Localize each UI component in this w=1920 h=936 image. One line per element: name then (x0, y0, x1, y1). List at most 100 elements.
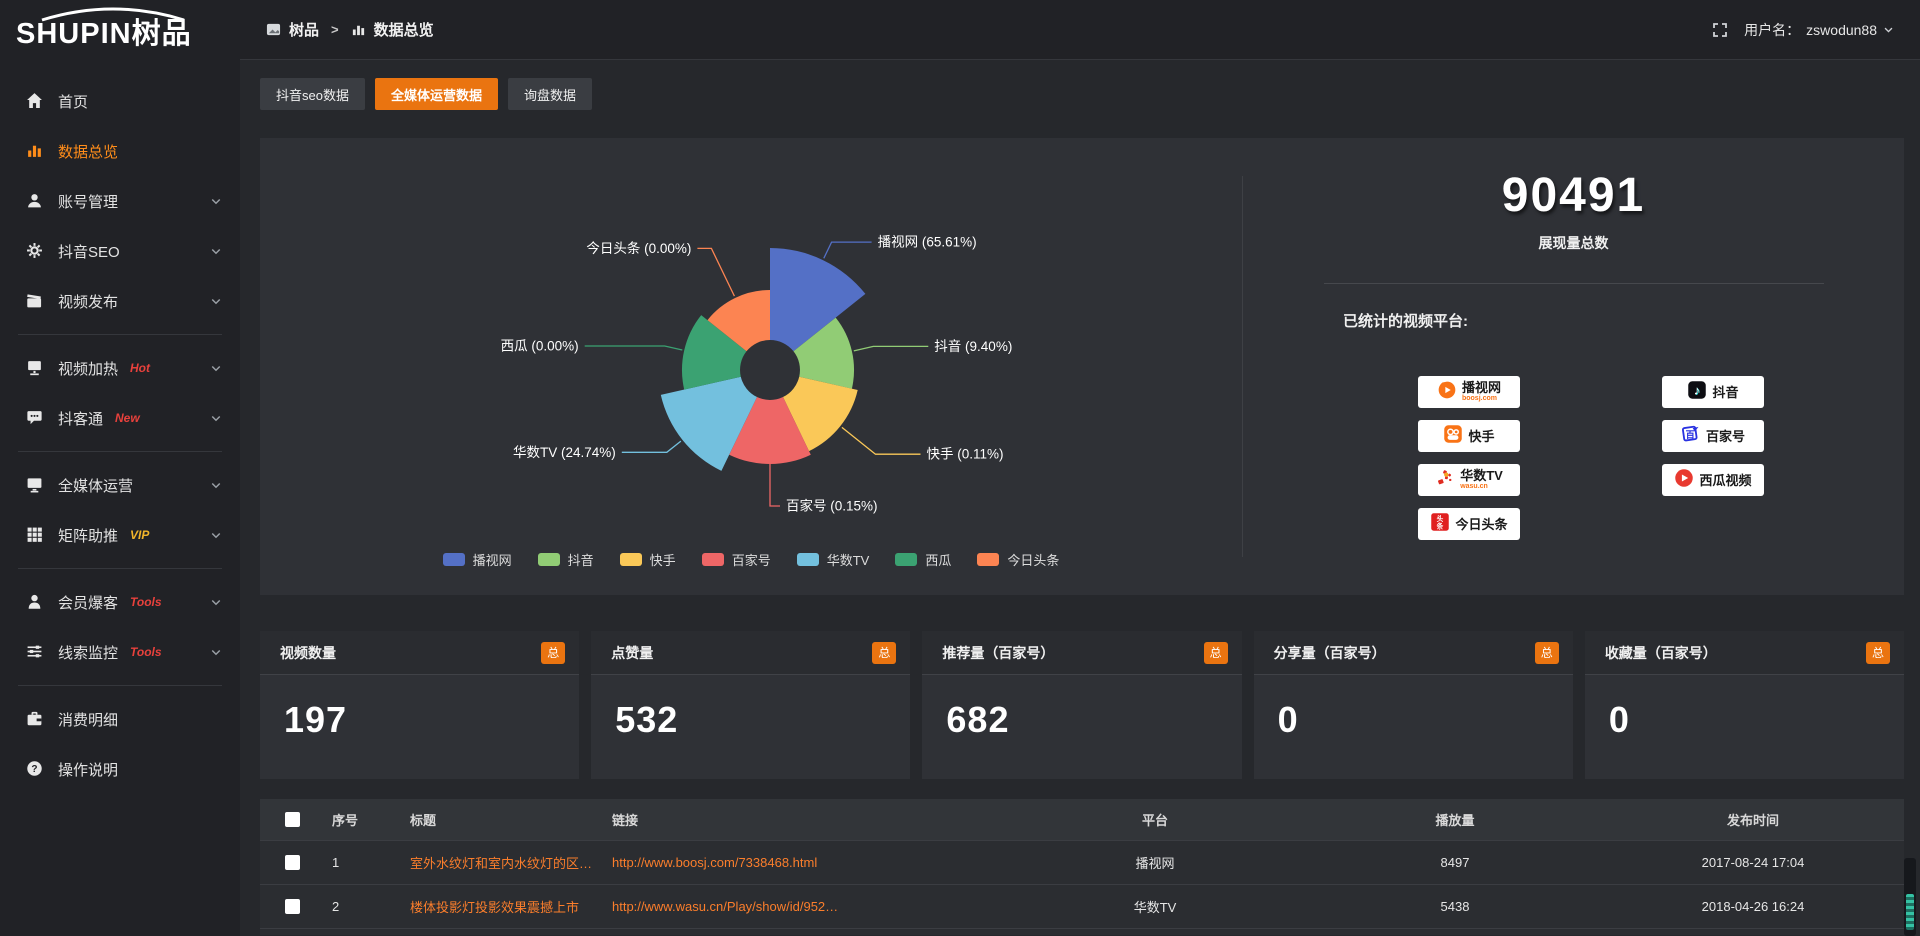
row-checkbox[interactable] (285, 899, 300, 914)
legend-item-华数TV[interactable]: 华数TV (797, 550, 870, 569)
platform-badge-今日头条[interactable]: 头条今日头条 (1418, 508, 1520, 540)
video-title-link[interactable]: 室外水纹灯和室内水纹灯的区别和简介 (402, 853, 604, 872)
col-header-title[interactable]: 标题 (402, 810, 604, 829)
platform-badge-快手[interactable]: 快手 (1418, 420, 1520, 452)
stat-card-total-badge[interactable]: 总 (1204, 642, 1228, 664)
breadcrumb-separator: > (331, 22, 339, 37)
platform-badge-西瓜视频[interactable]: 西瓜视频 (1662, 464, 1764, 496)
pie-label-西瓜: 西瓜 (0.00%) (501, 339, 579, 354)
rose-pie-svg[interactable]: 播视网 (65.61%)抖音 (9.40%)快手 (0.11%)百家号 (0.1… (260, 138, 1242, 538)
legend-swatch (895, 553, 917, 566)
legend-label: 华数TV (827, 550, 870, 569)
sidebar-item-label: 消费明细 (58, 709, 118, 730)
stat-card-total-badge[interactable]: 总 (1535, 642, 1559, 664)
sidebar-item-5[interactable]: 视频发布 (0, 276, 240, 326)
main-column: 树品 > 数据总览 用户名： zswodun88 抖音seo数据全媒体运营数据询盘… (240, 0, 1920, 936)
boosj-logo-icon (1437, 380, 1457, 405)
fullscreen-icon[interactable] (1712, 22, 1728, 38)
platform-badge-抖音[interactable]: ♪♪抖音 (1662, 376, 1764, 408)
stat-card-total-badge[interactable]: 总 (1866, 642, 1890, 664)
sidebar-item-3[interactable]: 账号管理 (0, 176, 240, 226)
gear-icon (26, 242, 43, 259)
tab-3[interactable]: 询盘数据 (508, 78, 592, 110)
legend-swatch (797, 553, 819, 566)
platform-name: 今日头条 (1455, 518, 1507, 531)
stat-card-4: 分享量（百家号）总0 (1254, 631, 1573, 779)
row-checkbox[interactable] (285, 855, 300, 870)
legend-item-快手[interactable]: 快手 (620, 550, 676, 569)
tab-2[interactable]: 全媒体运营数据 (375, 78, 498, 110)
col-header-time[interactable]: 发布时间 (1602, 810, 1904, 829)
sidebar-item-badge: New (115, 411, 140, 425)
breadcrumb-chart-icon (351, 22, 366, 37)
sidebar-divider (18, 685, 222, 686)
sidebar-item-1[interactable]: 首页 (0, 76, 240, 126)
platform-badge-华数TV[interactable]: 华数TVwasu.cn (1418, 464, 1520, 496)
clapper-icon (26, 292, 43, 309)
username-label: 用户名： (1744, 20, 1800, 40)
video-url-link[interactable]: http://www.wasu.cn/Play/show/id/952… (604, 899, 1002, 914)
sidebar-item-9[interactable]: 矩阵助推VIP (0, 510, 240, 560)
platform-badge-播视网[interactable]: 播视网boosj.com (1418, 376, 1520, 408)
row-plays: 8497 (1308, 855, 1602, 870)
chat-icon (26, 409, 43, 426)
chevron-down-icon (210, 479, 222, 491)
col-header-link[interactable]: 链接 (604, 810, 1002, 829)
scrollbar-thumb[interactable] (1906, 894, 1914, 930)
pie-label-播视网: 播视网 (65.61%) (878, 235, 977, 250)
sidebar-item-label: 抖音SEO (58, 241, 120, 262)
sidebar-item-7[interactable]: 抖客通New (0, 393, 240, 443)
legend-item-西瓜[interactable]: 西瓜 (895, 550, 951, 569)
platform-sub: boosj.com (1462, 394, 1501, 404)
tab-1[interactable]: 抖音seo数据 (260, 78, 365, 110)
legend-label: 播视网 (473, 550, 512, 569)
stat-card-title: 点赞量 (611, 643, 653, 663)
legend-item-今日头条[interactable]: 今日头条 (977, 550, 1059, 569)
page-scrollbar[interactable] (1904, 858, 1916, 936)
select-all-checkbox[interactable] (285, 812, 300, 827)
legend-swatch (538, 553, 560, 566)
video-url-link[interactable]: http://www.boosj.com/7338468.html (604, 855, 1002, 870)
sidebar-item-4[interactable]: 抖音SEO (0, 226, 240, 276)
legend-item-抖音[interactable]: 抖音 (538, 550, 594, 569)
legend-item-百家号[interactable]: 百家号 (702, 550, 771, 569)
sidebar-item-2[interactable]: 数据总览 (0, 126, 240, 176)
pie-label-line (622, 441, 681, 452)
platform-badge-百家号[interactable]: 百百家号 (1662, 420, 1764, 452)
impressions-total-value: 90491 (1243, 168, 1904, 223)
briefcase-icon (26, 710, 43, 727)
row-num: 2 (324, 899, 402, 914)
stat-card-header: 收藏量（百家号）总 (1585, 631, 1904, 675)
username-value: zswodun88 (1806, 22, 1877, 38)
stat-card-1: 视频数量总197 (260, 631, 579, 779)
col-header-num[interactable]: 序号 (324, 810, 402, 829)
video-title-link[interactable]: 楼体投影灯投影效果震撼上市 (402, 897, 604, 916)
svg-text:♪: ♪ (1694, 383, 1700, 397)
stat-card-total-badge[interactable]: 总 (872, 642, 896, 664)
table-header-row: 序号标题链接平台播放量发布时间 (260, 799, 1904, 841)
breadcrumb: 树品 > 数据总览 (266, 19, 434, 40)
col-header-plays[interactable]: 播放量 (1308, 810, 1602, 829)
sidebar-item-8[interactable]: 全媒体运营 (0, 460, 240, 510)
chevron-down-icon (210, 195, 222, 207)
pie-label-line (824, 242, 872, 258)
sidebar-item-11[interactable]: 线索监控Tools (0, 627, 240, 677)
platform-sub: wasu.cn (1460, 482, 1503, 492)
stat-card-value: 0 (1254, 675, 1573, 741)
svg-text:头: 头 (1437, 513, 1444, 522)
platform-name: 快手 (1468, 430, 1494, 443)
sidebar-item-12[interactable]: 消费明细 (0, 694, 240, 744)
stat-card-total-badge[interactable]: 总 (541, 642, 565, 664)
sidebar-item-6[interactable]: 视频加热Hot (0, 343, 240, 393)
sidebar-item-13[interactable]: ?操作说明 (0, 744, 240, 794)
topbar: 树品 > 数据总览 用户名： zswodun88 (240, 0, 1920, 60)
pie-label-line (842, 427, 921, 454)
member-icon (26, 593, 43, 610)
stat-card-header: 分享量（百家号）总 (1254, 631, 1573, 675)
breadcrumb-root[interactable]: 树品 (289, 19, 319, 40)
col-header-platform[interactable]: 平台 (1002, 810, 1308, 829)
legend-item-播视网[interactable]: 播视网 (443, 550, 512, 569)
brand-logo[interactable]: SHUPIN树品 (0, 0, 240, 62)
sidebar-item-10[interactable]: 会员爆客Tools (0, 577, 240, 627)
user-menu[interactable]: 用户名： zswodun88 (1744, 20, 1894, 40)
